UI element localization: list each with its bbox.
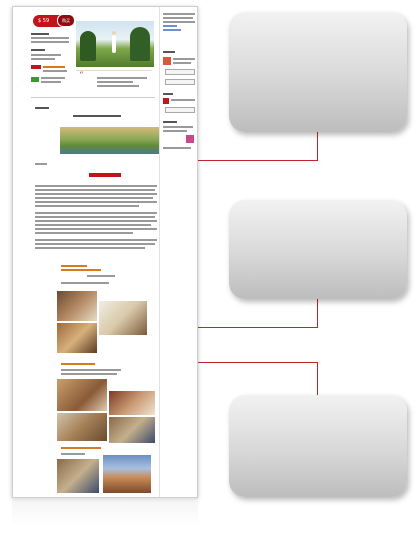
- info-line: [43, 66, 65, 68]
- side-line: [171, 99, 195, 101]
- side-line: [163, 130, 187, 132]
- quote-line: [97, 85, 139, 87]
- section-label: [35, 163, 47, 165]
- side-link[interactable]: [163, 29, 181, 31]
- info-line: [31, 58, 55, 60]
- hotel-photo: [57, 459, 99, 493]
- tag-icon: [186, 135, 194, 143]
- info-line: [31, 49, 45, 51]
- side-button[interactable]: [165, 79, 195, 85]
- connector-line: [317, 362, 318, 395]
- text-line: [35, 189, 155, 191]
- side-line: [173, 62, 191, 64]
- side-line: [163, 21, 195, 23]
- info-line: [31, 37, 69, 39]
- quote-line: [97, 77, 147, 79]
- side-line: [163, 126, 193, 128]
- text-line: [35, 228, 157, 230]
- side-heading: [163, 51, 175, 53]
- callout-box-1: [229, 12, 407, 132]
- text-line: [35, 216, 155, 218]
- buy-button[interactable]: 购买: [57, 14, 75, 27]
- quote-mark: “: [79, 71, 84, 81]
- check-icon: [31, 77, 39, 82]
- text-line: [35, 212, 157, 214]
- divider: [76, 70, 152, 71]
- callout-box-2: [229, 200, 407, 299]
- divider: [31, 97, 155, 98]
- photo-caption: [87, 275, 115, 277]
- callout-box-3: [229, 395, 407, 497]
- rating-icon: [31, 65, 41, 69]
- connector-line: [317, 132, 318, 161]
- side-line: [173, 58, 195, 60]
- hotel-photo: [109, 391, 155, 415]
- hotel-photo: [109, 417, 155, 443]
- side-line: [163, 13, 195, 15]
- side-button[interactable]: [165, 69, 195, 75]
- section-title: [35, 107, 49, 109]
- text-line: [35, 185, 157, 187]
- connector-line: [198, 362, 318, 363]
- info-line: [31, 54, 61, 56]
- side-heading: [163, 93, 173, 95]
- thumbnail-main-column: $ 59 购买 “: [27, 7, 160, 497]
- side-heading: [163, 121, 177, 123]
- photo-caption: [61, 447, 101, 449]
- text-line: [35, 224, 151, 226]
- connector-line: [317, 299, 318, 328]
- photo-caption: [61, 363, 95, 365]
- hotel-photo: [57, 413, 107, 441]
- red-heading: [89, 173, 121, 177]
- pencil-icon: [163, 57, 171, 65]
- side-line: [163, 147, 191, 149]
- hero-golf-image: [76, 21, 154, 67]
- connector-line: [198, 327, 318, 328]
- photo-caption: [61, 373, 117, 375]
- text-line: [35, 247, 145, 249]
- golf-course-image: [60, 127, 160, 154]
- info-line: [41, 81, 61, 83]
- thumbnail-reflection: [12, 498, 198, 526]
- photo-caption: [61, 265, 87, 267]
- photo-caption: [61, 453, 85, 455]
- page-thumbnail[interactable]: $ 59 购买 “: [12, 6, 198, 498]
- side-button[interactable]: [165, 107, 195, 113]
- quote-line: [97, 81, 133, 83]
- hotel-photo: [57, 379, 107, 411]
- building-photo: [103, 455, 151, 493]
- text-line: [35, 232, 133, 234]
- hotel-photo: [57, 323, 97, 353]
- info-line: [31, 41, 69, 43]
- text-line: [35, 197, 153, 199]
- hotel-photo: [99, 301, 147, 335]
- text-line: [35, 239, 157, 241]
- info-line: [43, 70, 67, 72]
- photo-caption: [61, 269, 101, 271]
- photo-caption: [61, 282, 109, 284]
- article-title: [73, 115, 121, 117]
- side-link[interactable]: [163, 25, 177, 27]
- text-line: [35, 220, 157, 222]
- flag-icon: [163, 98, 169, 104]
- text-line: [35, 243, 155, 245]
- side-line: [163, 17, 193, 19]
- text-line: [35, 205, 139, 207]
- photo-caption: [61, 369, 121, 371]
- text-line: [35, 193, 157, 195]
- info-line: [31, 33, 49, 35]
- text-line: [35, 201, 157, 203]
- hotel-photo: [57, 291, 97, 321]
- thumbnail-side-column: [159, 7, 197, 497]
- info-line: [41, 77, 65, 79]
- connector-line: [198, 160, 318, 161]
